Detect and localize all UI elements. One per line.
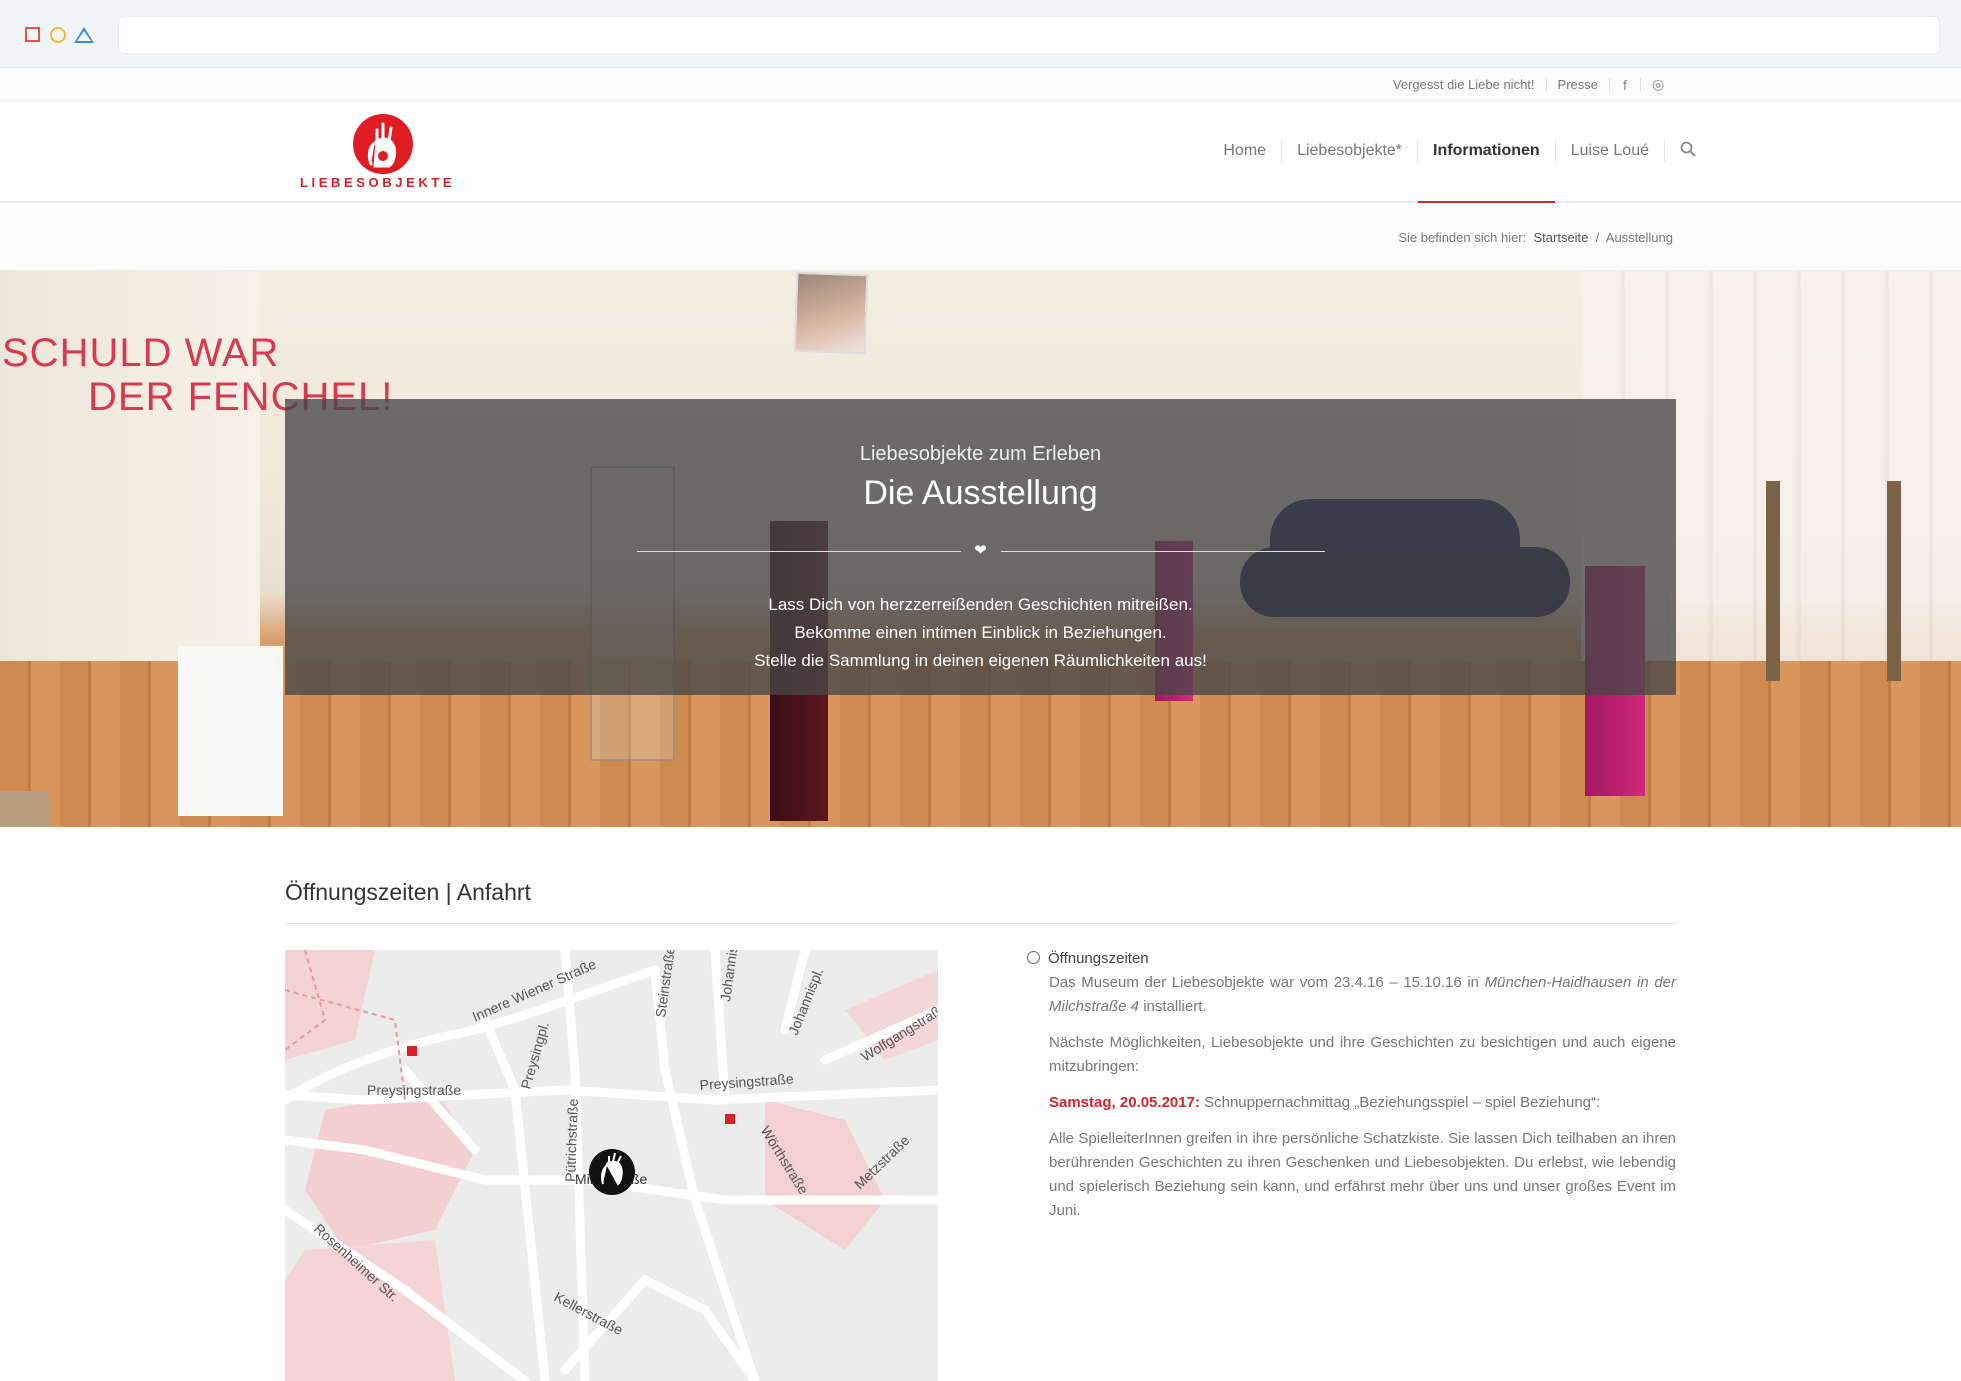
- browser-chrome: [0, 0, 1961, 68]
- opening-heading-text: Öffnungszeiten: [1048, 950, 1149, 967]
- site-logo[interactable]: LIEBESOBJEKTE: [300, 114, 465, 192]
- nav-luise-loue[interactable]: Luise Loué: [1556, 101, 1664, 201]
- location-map[interactable]: Innere Wiener Straße Steinstraße Johanni…: [285, 950, 938, 1381]
- breadcrumb-home-link[interactable]: Startseite: [1533, 230, 1588, 245]
- breadcrumb-current: Ausstellung: [1605, 230, 1673, 245]
- logo-emblem-icon: [353, 114, 413, 174]
- hero-text-line: Stelle die Sammlung in deinen eigenen Rä…: [754, 651, 1207, 670]
- minimize-window-icon[interactable]: [50, 27, 66, 43]
- address-bar[interactable]: [118, 16, 1940, 54]
- web-page: Vergesst die Liebe nicht! Presse f ◎ LIE…: [0, 68, 1961, 1381]
- topbar-link-vergesst[interactable]: Vergesst die Liebe nicht!: [1382, 77, 1546, 92]
- opening-info: Öffnungszeiten Das Museum der Liebesobje…: [1027, 947, 1676, 1235]
- breadcrumb-prefix: Sie befinden sich hier:: [1398, 230, 1527, 245]
- hero-subtitle: Liebesobjekte zum Erleben: [859, 443, 1102, 465]
- event-title: Schnuppernachmittag „Beziehungsspiel – s…: [1199, 1094, 1601, 1111]
- info-paragraph: Das Museum der Liebesobjekte war vom 23.…: [1027, 971, 1676, 1019]
- info-text: Das Museum der Liebesobjekte war vom 23.…: [1049, 974, 1485, 991]
- heart-icon: ❤: [974, 542, 987, 559]
- hero-text-line: Bekomme einen intimen Einblick in Bezieh…: [794, 623, 1167, 642]
- facebook-icon[interactable]: f: [1610, 77, 1640, 93]
- hero-overlay-box: Liebesobjekte zum Erleben Die Ausstellun…: [285, 399, 1676, 695]
- hero-portrait-image: [793, 271, 869, 355]
- main-nav: Home Liebesobjekte* Informationen Luise …: [1208, 101, 1696, 203]
- breadcrumb: Sie befinden sich hier: Startseite / Aus…: [1398, 230, 1673, 245]
- section-title: Öffnungszeiten | Anfahrt: [285, 879, 531, 905]
- opening-heading: Öffnungszeiten: [1027, 947, 1676, 971]
- map-street-label: Pütrichstraße: [562, 1098, 581, 1182]
- hero-object: [0, 791, 50, 827]
- info-paragraph: Alle SpielleiterInnen greifen in ihre pe…: [1049, 1130, 1676, 1219]
- hero-divider: ❤: [636, 541, 1325, 561]
- top-bar: Vergesst die Liebe nicht! Presse f ◎: [0, 68, 1961, 101]
- breadcrumb-separator: /: [1595, 230, 1600, 245]
- clock-icon: [1027, 951, 1040, 964]
- hero-title: Die Ausstellung: [863, 474, 1098, 512]
- hero-white-pedestal: [178, 646, 283, 816]
- nav-informationen[interactable]: Informationen: [1418, 101, 1555, 203]
- info-paragraph: Nächste Möglichkeiten, Liebesobjekte und…: [1049, 1034, 1676, 1075]
- breadcrumb-bar: Sie befinden sich hier: Startseite / Aus…: [0, 205, 1961, 271]
- nav-home[interactable]: Home: [1208, 101, 1281, 201]
- info-paragraph: Samstag, 20.05.2017: Schnuppernachmittag…: [1027, 1091, 1676, 1115]
- topbar-link-presse[interactable]: Presse: [1547, 77, 1609, 92]
- info-text: installiert.: [1139, 998, 1207, 1015]
- maximize-window-icon[interactable]: [74, 27, 94, 43]
- hero-wall-lettering-line: SCHULD WAR: [2, 331, 280, 375]
- hero-banner: SCHULD WAR DER FENCHEL! Liebesobjekte zu…: [0, 271, 1961, 827]
- hero-text: Lass Dich von herzzerreißenden Geschicht…: [285, 591, 1676, 675]
- logo-wordmark: LIEBESOBJEKTE: [300, 175, 456, 190]
- map-transit-icon: [407, 1046, 417, 1056]
- section-divider: [285, 923, 1676, 924]
- search-icon[interactable]: [1665, 141, 1696, 162]
- map-location-pin-icon[interactable]: [589, 1149, 635, 1195]
- hero-text-line: Lass Dich von herzzerreißenden Geschicht…: [768, 595, 1193, 614]
- map-street-label: Preysingstraße: [367, 1082, 461, 1098]
- event-date: Samstag, 20.05.2017:: [1049, 1094, 1200, 1111]
- content-section: Öffnungszeiten | Anfahrt Innere Wiener S…: [285, 827, 1676, 1381]
- map-transit-icon: [725, 1114, 735, 1124]
- hero-wooden-shelf: [1766, 481, 1901, 681]
- instagram-icon[interactable]: ◎: [1641, 76, 1671, 93]
- nav-liebesobjekte[interactable]: Liebesobjekte*: [1282, 101, 1417, 201]
- site-header: LIEBESOBJEKTE Home Liebesobjekte* Inform…: [0, 101, 1961, 203]
- close-window-icon[interactable]: [25, 27, 40, 42]
